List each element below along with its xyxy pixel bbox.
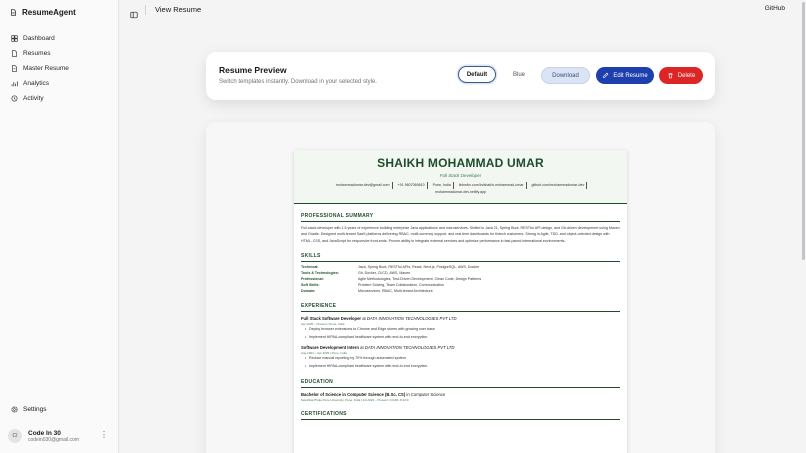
skill-row: Domain: Microservices, RBAC, Multi-tenant… bbox=[301, 289, 620, 295]
file-icon bbox=[10, 9, 17, 16]
job-bullet: Implement HIPAA-compliant healthcare sys… bbox=[301, 363, 620, 371]
skill-value: Microservices, RBAC, Multi-tenant Archit… bbox=[358, 288, 433, 293]
edit-resume-button[interactable]: Edit Resume bbox=[596, 67, 654, 84]
top-header: View Resume GitHub bbox=[119, 0, 806, 20]
resume-document: SHAIKH MOHAMMAD UMAR Full Stack Develope… bbox=[294, 150, 627, 453]
education-meta: Savitribai Phule Pune University, Pune, … bbox=[301, 398, 409, 403]
resume-name: SHAIKH MOHAMMAD UMAR bbox=[377, 156, 544, 170]
header-divider bbox=[145, 5, 146, 15]
skill-key: Domain: bbox=[301, 288, 316, 293]
avatar: CI bbox=[8, 429, 22, 443]
sidebar-item-dashboard[interactable]: Dashboard bbox=[6, 31, 112, 46]
contact-location: Pune, India bbox=[431, 182, 454, 189]
download-button[interactable]: Download bbox=[541, 67, 590, 84]
resume-contacts: mohammadumar.dev@gmail.com +91 960706981… bbox=[294, 182, 627, 196]
template-switcher: Default Blue bbox=[458, 66, 538, 83]
sidebar-item-resumes[interactable]: Resumes bbox=[6, 46, 112, 61]
preview-title: Resume Preview bbox=[219, 65, 287, 75]
contact-website: mohammadumar-dev.netlify.app bbox=[435, 190, 486, 194]
user-email: codein030@gmail.com bbox=[28, 436, 79, 443]
file-icon bbox=[11, 65, 18, 72]
resume-preview-container: SHAIKH MOHAMMAD UMAR Full Stack Develope… bbox=[206, 122, 715, 453]
user-menu[interactable]: CI Code In 30 codein030@gmail.com ⋮ bbox=[8, 425, 112, 447]
history-icon bbox=[11, 95, 18, 102]
template-blue-button[interactable]: Blue bbox=[500, 66, 538, 83]
job-title: Software Development Intern at DATA INNO… bbox=[301, 345, 455, 351]
contact-email: mohammadumar.dev@gmail.com bbox=[334, 182, 393, 189]
delete-label: Delete bbox=[677, 72, 696, 79]
job-title: Full Stack Software Developer at DATA IN… bbox=[301, 316, 457, 322]
brand[interactable]: ResumeAgent bbox=[10, 8, 76, 17]
sidebar-item-settings[interactable]: Settings bbox=[11, 406, 47, 413]
file-icon bbox=[11, 50, 18, 57]
sidebar-item-activity[interactable]: Activity bbox=[6, 91, 112, 106]
scrollbar-thumb[interactable] bbox=[802, 2, 805, 260]
job-bullet: Deploy browser extensions to Chrome and … bbox=[301, 326, 620, 334]
section-heading: PROFESSIONAL SUMMARY bbox=[301, 213, 620, 222]
job-bullet: Implement HIPAA-compliant healthcare sys… bbox=[301, 334, 620, 342]
page-title: View Resume bbox=[155, 5, 202, 14]
gear-icon bbox=[11, 406, 18, 413]
analytics-icon bbox=[11, 80, 18, 87]
sidebar-item-analytics[interactable]: Analytics bbox=[6, 76, 112, 91]
delete-button[interactable]: Delete bbox=[659, 67, 703, 84]
section-heading: CERTIFICATIONS bbox=[301, 411, 620, 421]
user-name: Code In 30 bbox=[28, 429, 61, 437]
sidebar-item-label: Dashboard bbox=[23, 35, 55, 42]
template-default-button[interactable]: Default bbox=[458, 66, 496, 83]
edit-label: Edit Resume bbox=[613, 72, 648, 79]
github-link[interactable]: GitHub bbox=[765, 5, 785, 12]
trash-icon bbox=[667, 72, 674, 79]
resume-header: SHAIKH MOHAMMAD UMAR Full Stack Develope… bbox=[294, 150, 627, 204]
sidebar-item-label: Analytics bbox=[23, 80, 50, 87]
sidebar-item-label: Activity bbox=[23, 95, 44, 102]
preview-subtitle: Switch templates instantly. Download in … bbox=[219, 79, 377, 85]
sidebar-item-label: Master Resume bbox=[23, 65, 69, 72]
sidebar-item-label: Resumes bbox=[23, 50, 51, 57]
pencil-icon bbox=[602, 72, 609, 79]
resume-role: Full Stack Developer bbox=[439, 173, 482, 178]
skills-list: Technical: Java, Spring Boot, RESTful API… bbox=[301, 265, 620, 295]
contact-github: github.com/mohammadumar-dev bbox=[530, 182, 588, 189]
settings-label: Settings bbox=[23, 406, 47, 413]
sidebar: ResumeAgent Dashboard Resumes Master Res… bbox=[0, 0, 119, 453]
section-heading: EXPERIENCE bbox=[301, 303, 620, 313]
brand-name: ResumeAgent bbox=[22, 8, 76, 17]
summary-text: Full-stack developer with 1.5 years of e… bbox=[301, 226, 620, 243]
resume-body: PROFESSIONAL SUMMARY Full-stack develope… bbox=[294, 213, 627, 421]
sidebar-toggle-icon[interactable] bbox=[130, 6, 138, 19]
sidebar-nav: Dashboard Resumes Master Resume Analytic… bbox=[6, 31, 112, 106]
page-scrollbar[interactable] bbox=[801, 0, 806, 453]
section-heading: SKILLS bbox=[301, 253, 620, 262]
resume-preview-toolbar: Resume Preview Switch templates instantl… bbox=[206, 52, 715, 100]
more-vertical-icon[interactable]: ⋮ bbox=[100, 430, 108, 439]
dashboard-icon bbox=[11, 35, 18, 42]
job-bullet: Reduce manual reporting by 70% through a… bbox=[301, 355, 620, 363]
sidebar-item-master-resume[interactable]: Master Resume bbox=[6, 61, 112, 76]
section-heading: EDUCATION bbox=[301, 379, 620, 389]
contact-linkedin: linkedin.com/in/shaikh-mohammad-umar bbox=[457, 182, 527, 189]
education-degree: Bachelor of Science in Computer Science … bbox=[301, 392, 446, 398]
contact-phone: +91 9607069810 bbox=[396, 182, 428, 189]
